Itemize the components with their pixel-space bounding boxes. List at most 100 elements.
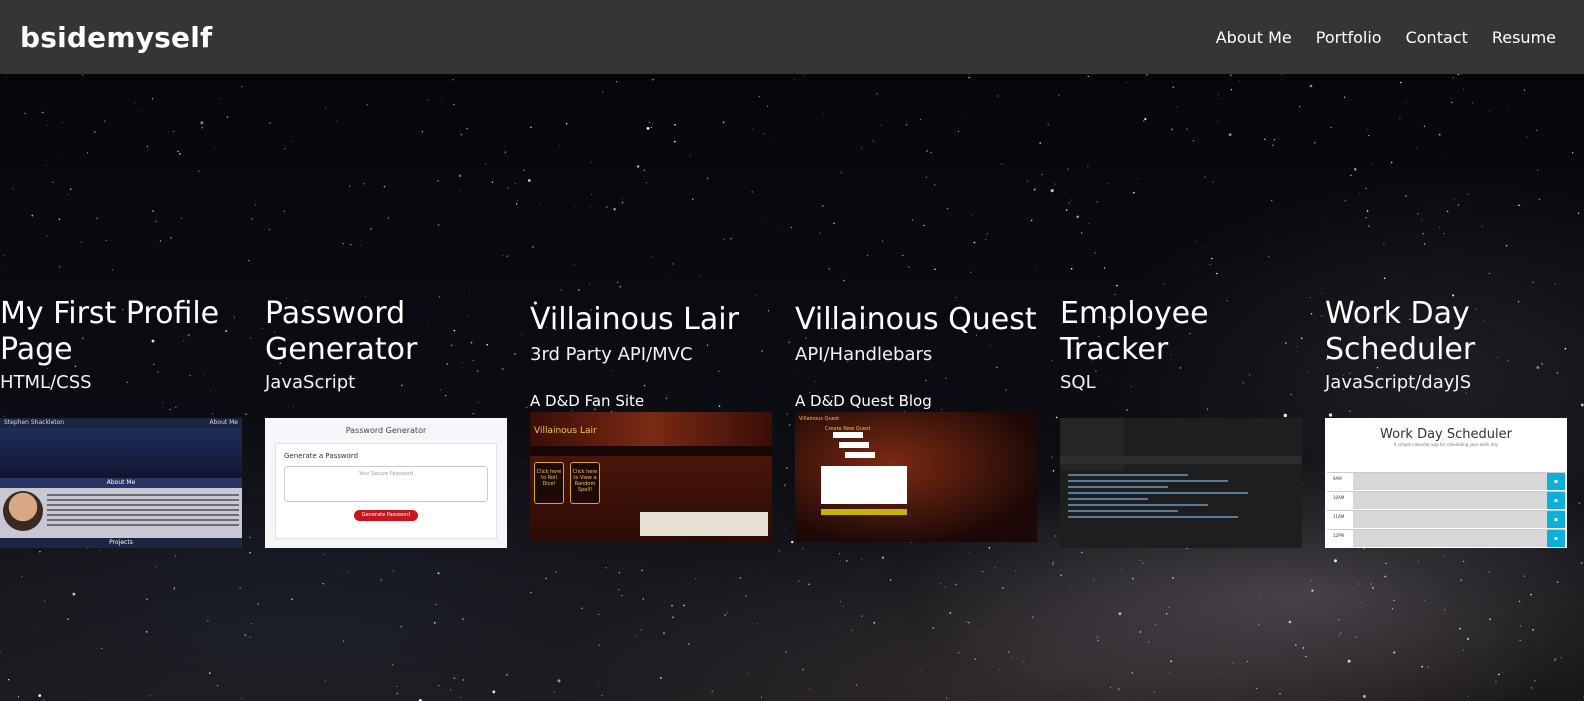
star: [671, 604, 673, 607]
star: [45, 164, 47, 166]
star: [1208, 264, 1210, 265]
star: [833, 222, 835, 224]
project-screenshot[interactable]: Password Generator Generate a Password Y…: [265, 418, 507, 548]
star: [652, 79, 654, 81]
star: [944, 586, 946, 588]
shot-generate-button: Generate Password: [354, 510, 418, 521]
star: [954, 583, 957, 586]
star: [1444, 609, 1446, 611]
star: [1523, 575, 1526, 577]
star: [545, 577, 547, 580]
star: [1577, 212, 1580, 214]
star: [1216, 272, 1218, 275]
nav-link-contact[interactable]: Contact: [1406, 28, 1468, 47]
star: [1505, 244, 1508, 247]
star: [840, 171, 842, 174]
star: [1495, 680, 1497, 683]
star: [664, 275, 666, 276]
star: [646, 182, 647, 184]
star: [1536, 129, 1538, 131]
star: [1404, 195, 1407, 198]
shot-subtitle: A simple calendar app for scheduling you…: [1393, 442, 1499, 447]
star: [290, 140, 292, 142]
star: [17, 696, 20, 698]
star: [370, 228, 372, 230]
star: [1152, 194, 1154, 196]
star: [553, 691, 556, 693]
brand-logo[interactable]: bsidemyself: [20, 21, 212, 54]
project-title: Employee Tracker: [1060, 296, 1209, 367]
star: [659, 677, 662, 679]
star: [1050, 188, 1054, 193]
star: [1344, 200, 1346, 202]
star: [933, 184, 936, 186]
star: [1560, 657, 1562, 659]
star: [889, 579, 892, 581]
star: [923, 224, 925, 227]
star: [134, 102, 136, 104]
star: [342, 243, 344, 245]
star: [1334, 559, 1337, 563]
star: [21, 576, 23, 578]
star: [346, 572, 349, 574]
star: [1110, 686, 1111, 688]
star: [752, 127, 754, 129]
star: [1343, 96, 1346, 98]
star: [1133, 191, 1135, 194]
star: [999, 669, 1001, 671]
project-card-password-generator: Password Generator JavaScript Password G…: [265, 296, 530, 556]
star: [173, 131, 175, 133]
star: [843, 279, 845, 282]
star: [146, 598, 148, 601]
nav-link-about-me[interactable]: About Me: [1216, 28, 1292, 47]
star: [72, 592, 76, 596]
project-card-villainous-quest: Villainous Quest API/Handlebars A D&D Qu…: [795, 296, 1060, 556]
star: [1530, 593, 1532, 596]
shot-spell-button: Click here to View a Random Spell!: [570, 462, 600, 504]
project-screenshot[interactable]: Villainous Quest Create New Quest: [795, 412, 1037, 542]
star: [778, 228, 780, 230]
star: [1445, 157, 1446, 159]
star: [985, 238, 987, 240]
project-screenshot[interactable]: Stephen Shackleton About Me About Me Pro…: [0, 418, 242, 548]
star: [1166, 613, 1168, 615]
star: [1358, 192, 1360, 194]
star: [1096, 201, 1098, 203]
star: [244, 634, 246, 636]
star: [1452, 77, 1454, 79]
star: [1466, 637, 1469, 640]
star: [462, 618, 464, 620]
project-tech: HTML/CSS: [0, 372, 92, 393]
star: [589, 205, 591, 207]
star: [1026, 180, 1028, 182]
star: [722, 121, 725, 123]
star: [1391, 608, 1393, 610]
star: [1424, 243, 1426, 245]
shot-title: Villainous Lair: [530, 412, 772, 446]
star: [1313, 141, 1316, 144]
nav-link-portfolio[interactable]: Portfolio: [1316, 28, 1382, 47]
star: [905, 124, 908, 126]
star: [758, 96, 760, 98]
star: [173, 587, 175, 590]
star: [8, 679, 10, 681]
star: [459, 190, 461, 192]
star: [1385, 562, 1387, 565]
star: [689, 155, 691, 156]
star: [269, 229, 271, 231]
star: [492, 690, 496, 694]
star: [1330, 126, 1332, 129]
star: [958, 652, 960, 654]
star: [621, 201, 624, 204]
nav-link-resume[interactable]: Resume: [1492, 28, 1556, 47]
star: [1405, 101, 1407, 103]
project-screenshot[interactable]: Villainous Lair Click here to Roll Dice!…: [530, 412, 772, 542]
star: [602, 91, 604, 93]
star: [839, 560, 841, 561]
project-screenshot[interactable]: Work Day Scheduler A simple calendar app…: [1325, 418, 1567, 548]
star: [1104, 600, 1106, 602]
star: [1087, 165, 1089, 168]
star: [1488, 571, 1490, 573]
star: [621, 594, 623, 597]
project-screenshot[interactable]: [1060, 418, 1302, 548]
